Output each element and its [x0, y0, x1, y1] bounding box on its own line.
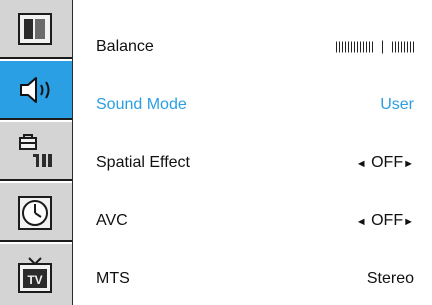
tab-sound[interactable] [0, 61, 72, 120]
balance-slider[interactable] [336, 40, 414, 54]
left-arrow-icon[interactable]: ◄ [356, 216, 367, 228]
svg-text:TV: TV [27, 273, 42, 287]
menu-row-spatial-effect[interactable]: Spatial Effect ◄ OFF► [73, 127, 432, 185]
right-arrow-icon[interactable]: ► [403, 158, 414, 170]
category-sidebar: TV [0, 0, 73, 305]
tab-channel[interactable]: TV [0, 244, 72, 305]
avc-value: ◄ OFF► [355, 212, 414, 229]
tv-icon: TV [18, 257, 52, 293]
balance-center-marker [382, 40, 383, 54]
sound-mode-label: Sound Mode [96, 96, 187, 113]
menu-row-mts[interactable]: MTS Stereo [73, 243, 432, 301]
setup-tools-icon [19, 134, 52, 167]
menu-row-balance[interactable]: Balance [73, 11, 432, 69]
menu-row-sound-mode[interactable]: Sound Mode User [73, 69, 432, 127]
clock-icon [18, 196, 52, 230]
tab-setup[interactable] [0, 122, 72, 181]
mts-label: MTS [96, 270, 130, 287]
speaker-icon [20, 77, 50, 103]
mts-value: Stereo [366, 270, 414, 287]
tab-picture[interactable] [0, 0, 72, 59]
balance-label: Balance [96, 38, 154, 55]
tab-time[interactable] [0, 183, 72, 242]
osd-menu: TV Balance Sound Mode User Spatial Effec… [0, 0, 432, 305]
sound-mode-value: User [380, 96, 414, 113]
avc-label: AVC [96, 212, 128, 229]
left-arrow-icon[interactable]: ◄ [356, 158, 367, 170]
picture-icon [18, 13, 52, 45]
sound-settings-panel: Balance Sound Mode User Spatial Effect ◄… [73, 0, 432, 305]
right-arrow-icon[interactable]: ► [403, 216, 414, 228]
menu-row-avc[interactable]: AVC ◄ OFF► [73, 185, 432, 243]
spatial-effect-label: Spatial Effect [96, 154, 190, 171]
spatial-effect-value: ◄ OFF► [355, 154, 414, 171]
